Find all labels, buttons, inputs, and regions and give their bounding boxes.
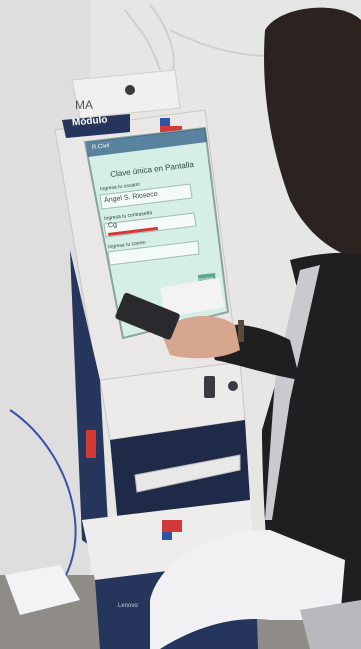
side-flag-red — [86, 430, 96, 458]
photo-scene — [0, 0, 361, 649]
flag-badge-blue — [160, 118, 170, 126]
kiosk-button — [228, 381, 238, 391]
base-flag-blue — [162, 532, 172, 540]
base-flag-red — [162, 520, 182, 532]
fingerprint-reader — [204, 376, 215, 398]
field2-value: Cg — [107, 221, 118, 230]
wall-sign: MA — [75, 98, 93, 112]
camera-lens — [125, 85, 135, 95]
vendor-label: Lenovo — [118, 603, 138, 609]
bracelet — [238, 320, 244, 342]
